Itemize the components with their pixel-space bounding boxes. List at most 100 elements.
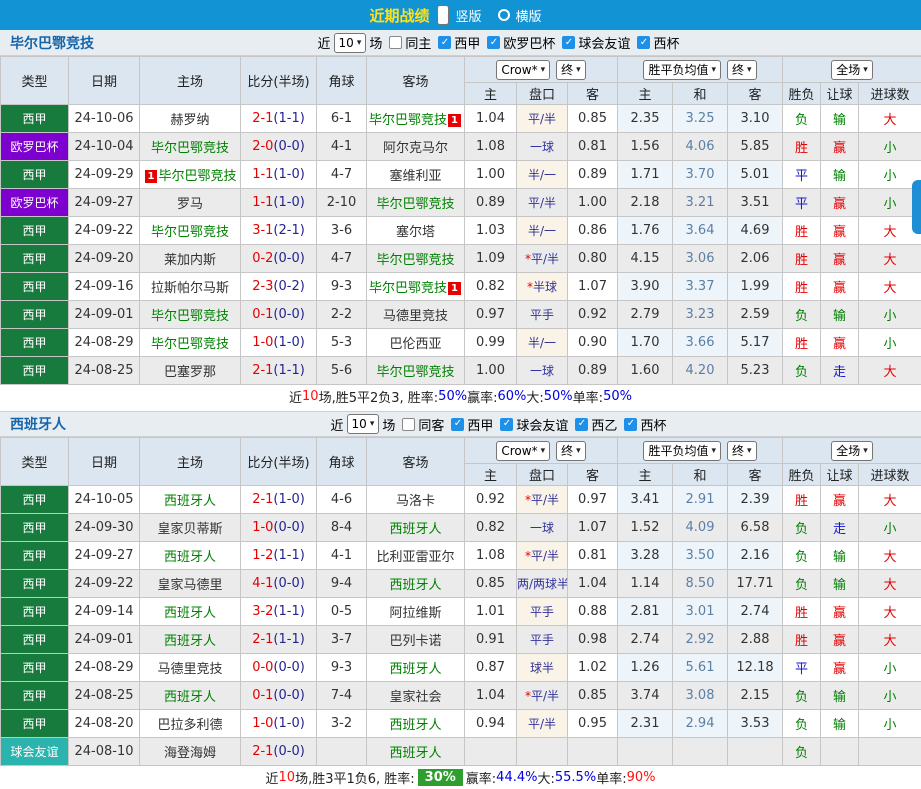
scope-controls: 全场▾ [783,438,921,464]
odds-away-cell: 0.95 [568,710,618,738]
result-cell: 胜 [783,217,821,245]
corner-cell: 2-10 [317,189,367,217]
team-name-text: 毕尔巴鄂竞技 [151,141,229,156]
avg-time-select[interactable]: 终▾ [727,441,757,461]
table-row: 西甲24-09-01毕尔巴鄂竞技0-1(0-0)2-2马德里竞技0.97平手0.… [1,301,921,329]
avg-draw-cell: 3.37 [673,273,728,301]
result-cell: 负 [783,710,821,738]
corner-cell: 9-4 [317,570,367,598]
filter-bar: 近10▾场同客✓西甲✓球会友谊✓西乙✓西杯 [331,414,667,434]
corner-cell: 4-1 [317,542,367,570]
avg-draw-cell: 4.09 [673,514,728,542]
vertical-radio[interactable] [437,5,449,25]
col-handicap: 盘口 [517,83,568,105]
team-name-text: 皇家马德里 [157,578,222,593]
table-row: 西甲24-08-25西班牙人0-1(0-0)7-4皇家社会1.04*平/半0.8… [1,682,921,710]
halftime-score: (1-0) [273,195,304,210]
avg-draw-cell: 8.50 [673,570,728,598]
avg-draw-cell: 3.70 [673,161,728,189]
odds-company-select[interactable]: Crow*▾ [496,441,550,461]
league-checkbox[interactable]: ✓ [500,418,513,431]
summary-part: 单率: [573,387,603,406]
handicap-text: 一球 [530,521,554,535]
scroll-handle[interactable] [912,180,921,234]
league-checkbox[interactable]: ✓ [562,36,575,49]
result-cell: 胜 [783,486,821,514]
league-checkbox[interactable]: ✓ [575,418,588,431]
summary-part: 大: [526,387,543,406]
home-team-cell: 赫罗纳 [140,105,241,133]
fulltime-score: 2-1 [252,744,273,759]
horizontal-radio[interactable] [498,9,510,21]
odds-time-select[interactable]: 终▾ [556,60,586,80]
league-type-cell: 西甲 [1,486,69,514]
team-name-text: 比利亚雷亚尔 [376,550,454,565]
team-name-text: 塞维利亚 [389,169,441,184]
avg-draw-cell: 2.94 [673,710,728,738]
team-name-text: 罗马 [177,197,203,212]
team-name-text: 西班牙人 [164,690,216,705]
avg-draw-cell: 5.61 [673,654,728,682]
handicap-text: 两/两球半 [517,577,568,591]
summary-part: 10 [279,770,296,785]
odds-home-cell: 1.01 [465,598,517,626]
fulltime-score: 2-1 [252,111,273,126]
corner-cell: 0-5 [317,598,367,626]
odds-away-cell: 0.90 [568,329,618,357]
result-cell: 胜 [783,329,821,357]
result-cell: 负 [783,542,821,570]
match-count-select[interactable]: 10▾ [334,33,367,53]
avg-home-cell: 1.70 [618,329,673,357]
result-cell: 胜 [783,626,821,654]
red-card-badge: 1 [448,282,461,295]
handicap-cell: 一球 [517,133,568,161]
avg-type-select[interactable]: 胜平负均值▾ [643,60,721,80]
fulltime-score: 3-1 [252,223,273,238]
odds-home-cell: 0.89 [465,189,517,217]
summary-part: 50% [438,389,467,404]
handicap-text: 平手 [530,308,554,322]
away-team-cell: 塞维利亚 [367,161,465,189]
page-title: 近期战绩 [369,5,429,26]
scope-select[interactable]: 全场▾ [831,441,873,461]
avg-away-cell: 2.88 [728,626,783,654]
league-checkbox[interactable]: ✓ [438,36,451,49]
odds-away-cell: 1.00 [568,189,618,217]
odds-home-cell: 0.82 [465,514,517,542]
team-name-text: 西班牙人 [389,578,441,593]
league-checkbox[interactable]: ✓ [637,36,650,49]
handicap-cell: *平/半 [517,682,568,710]
league-checkbox[interactable]: ✓ [487,36,500,49]
col-away: 客场 [367,57,465,105]
avg-away-cell: 3.51 [728,189,783,217]
scope-select[interactable]: 全场▾ [831,60,873,80]
summary-part: 55.5% [555,770,596,785]
avg-draw-cell: 3.66 [673,329,728,357]
odds-time-select[interactable]: 终▾ [556,441,586,461]
odds-company-select[interactable]: Crow*▾ [496,60,550,80]
handicap-text: 平/半 [531,493,559,507]
col-home: 主场 [140,438,241,486]
chevron-down-icon: ▾ [357,38,362,48]
team-name-text: 海登海姆 [164,746,216,761]
result-cell: 胜 [783,598,821,626]
col-rang: 让球 [821,83,859,105]
same-venue-checkbox[interactable] [389,36,402,49]
avg-home-cell: 4.15 [618,245,673,273]
handicap-cell: 平手 [517,301,568,329]
corner-cell: 9-3 [317,654,367,682]
halftime-score: (1-1) [273,363,304,378]
summary-part: 赢率: [467,387,497,406]
league-checkbox[interactable]: ✓ [624,418,637,431]
team-name-text: 西班牙人 [389,522,441,537]
league-type-cell: 西甲 [1,682,69,710]
match-count-select[interactable]: 10▾ [347,414,380,434]
avg-type-select[interactable]: 胜平负均值▾ [643,441,721,461]
avg-away-cell: 2.16 [728,542,783,570]
same-venue-checkbox[interactable] [402,418,415,431]
avg-home-cell: 1.71 [618,161,673,189]
select-value: 终 [732,61,744,78]
league-checkbox[interactable]: ✓ [451,418,464,431]
odds-away-cell: 0.80 [568,245,618,273]
avg-time-select[interactable]: 终▾ [727,60,757,80]
